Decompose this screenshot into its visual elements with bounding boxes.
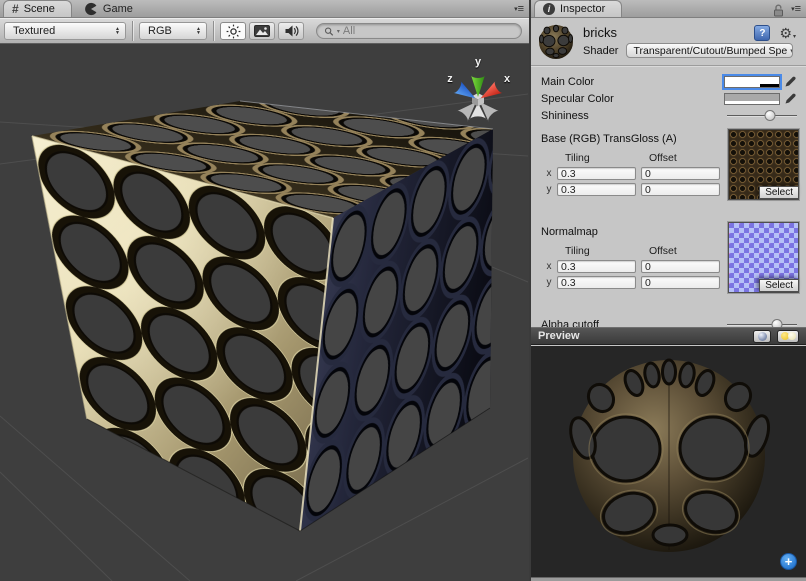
- main-color-alpha-bar: [725, 84, 779, 87]
- gizmo-z-label: z: [447, 73, 453, 85]
- preview-panel: Preview: [531, 327, 806, 581]
- tab-inspector[interactable]: i Inspector: [534, 0, 622, 17]
- render-mode-dropdown[interactable]: Textured ▲▼: [4, 22, 126, 40]
- offset-header: Offset: [649, 152, 733, 164]
- render-mode-value: Textured: [13, 25, 55, 37]
- orientation-gizmo[interactable]: y x z: [435, 50, 521, 136]
- help-icon[interactable]: ?: [754, 25, 770, 41]
- base-texture-section: Base (RGB) TransGloss (A) Tiling Offset …: [531, 133, 806, 210]
- y-axis-label: y: [541, 277, 557, 288]
- slider-track[interactable]: [727, 324, 797, 326]
- scene-lighting-toggle[interactable]: [220, 22, 246, 40]
- base-offset-x-input[interactable]: [641, 167, 720, 180]
- specular-color-alpha-bar: [725, 101, 779, 104]
- tab-scene[interactable]: # Scene: [3, 0, 72, 17]
- x-axis-label: x: [541, 261, 557, 272]
- toolbar-separator: [213, 21, 214, 41]
- inspector-pane-menu[interactable]: ▾ ≡: [791, 5, 800, 14]
- gizmo-axis-y[interactable]: [471, 75, 485, 97]
- preview-zoom-button[interactable]: +: [780, 553, 797, 570]
- shader-dropdown[interactable]: Transparent/Cutout/Bumped Spe ▾: [626, 43, 793, 58]
- pane-menu-lines-icon: ≡: [518, 5, 523, 14]
- lock-icon[interactable]: [773, 4, 784, 17]
- search-icon: [324, 26, 334, 37]
- inspector-tabbar: i Inspector ▾ ≡: [531, 0, 806, 18]
- specular-color-row: Specular Color: [531, 90, 806, 107]
- scene-overlay-toggle[interactable]: [249, 22, 275, 40]
- main-color-swatch[interactable]: [724, 76, 780, 88]
- shader-value: Transparent/Cutout/Bumped Spe: [633, 45, 787, 57]
- preview-viewport[interactable]: +: [531, 346, 806, 577]
- updown-arrows-icon: ▲▼: [115, 27, 120, 36]
- base-offset-y-input[interactable]: [641, 183, 720, 196]
- bricks-cube-mesh: [0, 84, 493, 531]
- gizmo-y-label: y: [475, 56, 482, 68]
- channel-mode-value: RGB: [148, 25, 172, 37]
- shader-label: Shader: [583, 45, 618, 57]
- tiling-header: Tiling: [565, 245, 649, 257]
- search-input[interactable]: [343, 25, 514, 37]
- scene-viewport[interactable]: y x z: [0, 44, 529, 581]
- image-icon: [254, 25, 270, 37]
- tab-game-label: Game: [103, 3, 133, 15]
- normal-tiling-x-input[interactable]: [557, 260, 636, 273]
- speaker-icon: [284, 24, 299, 38]
- light-dot-icon: [788, 332, 796, 340]
- specular-color-label: Specular Color: [541, 93, 614, 105]
- material-preview-sphere: [531, 346, 806, 577]
- pane-menu-lines-icon: ≡: [795, 5, 800, 14]
- search-filter-arrow-icon: ▾: [337, 28, 340, 35]
- scene-grid-icon: #: [12, 2, 19, 16]
- scene-panel: # Scene Game ▾ ≡ Textured ▲▼ RGB ▲▼: [0, 0, 529, 581]
- normal-offset-y-input[interactable]: [641, 276, 720, 289]
- slider-knob[interactable]: [764, 110, 775, 121]
- offset-header: Offset: [649, 245, 733, 257]
- shininess-row: Shininess: [531, 107, 806, 124]
- eyedropper-icon[interactable]: [784, 92, 797, 105]
- main-color-row: Main Color: [531, 73, 806, 90]
- x-axis-label: x: [541, 168, 557, 179]
- normal-offset-x-input[interactable]: [641, 260, 720, 273]
- material-ball-icon: [537, 23, 575, 61]
- scene-pane-menu[interactable]: ▾ ≡: [514, 5, 523, 14]
- base-tiling-y-input[interactable]: [557, 183, 636, 196]
- preview-header[interactable]: Preview: [531, 327, 806, 345]
- normalmap-select-button[interactable]: Select: [759, 279, 799, 292]
- specular-color-swatch[interactable]: [724, 93, 780, 105]
- game-icon: [84, 2, 98, 16]
- tiling-header: Tiling: [565, 152, 649, 164]
- window-resize-edge[interactable]: [531, 577, 806, 581]
- sphere-icon: [758, 332, 767, 341]
- dropdown-arrow-icon: ▾: [790, 47, 793, 55]
- base-texture-select-button[interactable]: Select: [759, 186, 799, 199]
- tab-inspector-label: Inspector: [560, 3, 605, 15]
- sun-icon: [226, 24, 241, 39]
- updown-arrows-icon: ▲▼: [196, 27, 201, 36]
- shininess-label: Shininess: [541, 110, 589, 122]
- material-header: bricks Shader Transparent/Cutout/Bumped …: [531, 18, 806, 66]
- inspector-panel: i Inspector ▾ ≡: [531, 0, 806, 581]
- info-icon: i: [543, 3, 555, 15]
- main-color-label: Main Color: [541, 76, 594, 88]
- preview-shape-button[interactable]: [753, 330, 771, 343]
- toolbar-separator: [132, 21, 133, 41]
- normalmap-section: Normalmap Tiling Offset x y Select: [531, 226, 806, 303]
- gizmo-x-label: x: [504, 73, 511, 85]
- preview-title: Preview: [538, 330, 580, 342]
- y-axis-label: y: [541, 184, 557, 195]
- preview-lighting-button[interactable]: [777, 330, 799, 343]
- scene-audio-toggle[interactable]: [278, 22, 304, 40]
- scene-tabbar: # Scene Game ▾ ≡: [0, 0, 529, 18]
- tab-game[interactable]: Game: [72, 0, 145, 17]
- channel-mode-dropdown[interactable]: RGB ▲▼: [139, 22, 207, 40]
- normal-tiling-y-input[interactable]: [557, 276, 636, 289]
- tab-scene-label: Scene: [24, 3, 55, 15]
- scene-toolbar: Textured ▲▼ RGB ▲▼: [0, 18, 529, 44]
- slider-track[interactable]: [727, 115, 797, 117]
- gear-icon[interactable]: ⚙ ▾: [779, 26, 796, 40]
- eyedropper-icon[interactable]: [784, 75, 797, 88]
- scene-search-field[interactable]: ▾: [316, 23, 522, 39]
- base-tiling-x-input[interactable]: [557, 167, 636, 180]
- shininess-slider[interactable]: [727, 109, 797, 122]
